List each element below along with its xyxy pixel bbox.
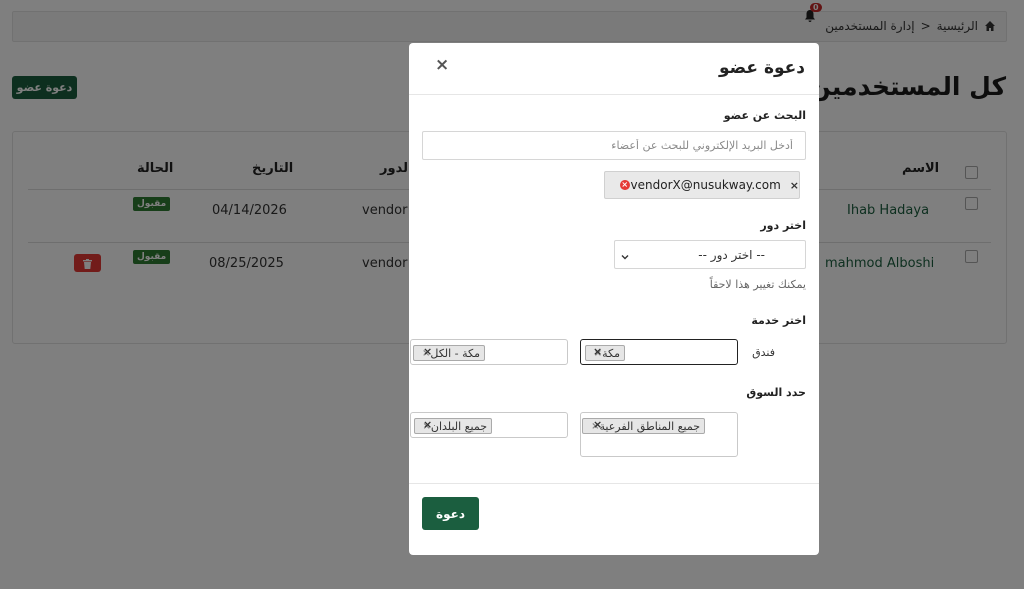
market-countries-select[interactable]: جميع البلدان × ×: [410, 412, 568, 438]
clear-selection-button[interactable]: ×: [423, 418, 432, 431]
modal-title: دعوة عضو: [719, 58, 805, 78]
market-label: حدد السوق: [746, 386, 806, 399]
close-icon[interactable]: ×: [435, 55, 449, 75]
search-member-label: البحث عن عضو: [723, 109, 806, 122]
role-label: اختر دور: [760, 219, 806, 232]
invite-member-modal: دعوة عضو × البحث عن عضو × vendorX@nusukw…: [409, 43, 819, 555]
selected-email: vendorX@nusukway.com: [630, 178, 781, 192]
tag-label: جميع المناطق الفرعية: [599, 419, 700, 433]
tag-label: جميع البلدان: [430, 419, 487, 433]
market-regions-select[interactable]: جميع المناطق الفرعية × ×: [580, 412, 738, 457]
role-hint: يمكنك تغيير هذا لاحقاً: [709, 278, 806, 291]
modal-header: دعوة عضو ×: [409, 43, 819, 95]
selected-email-chip: × vendorX@nusukway.com ×: [604, 171, 800, 199]
clear-selection-button[interactable]: ×: [593, 418, 602, 431]
error-icon: ×: [620, 180, 630, 190]
service-scope-select[interactable]: مكة - الكل × ×: [410, 339, 568, 365]
role-select[interactable]: -- اختر دور --: [614, 240, 806, 269]
modal-footer-divider: [409, 483, 819, 484]
tag-label: مكة - الكل: [430, 346, 480, 360]
tag-label: مكة: [602, 346, 620, 360]
clear-selection-button[interactable]: ×: [593, 345, 602, 358]
service-label: اختر خدمة: [751, 314, 806, 327]
search-member-input[interactable]: [422, 131, 806, 160]
remove-email-button[interactable]: ×: [790, 179, 799, 192]
clear-selection-button[interactable]: ×: [423, 345, 432, 358]
submit-invite-button[interactable]: دعوة: [422, 497, 479, 530]
service-city-select[interactable]: مكة × ×: [580, 339, 738, 365]
chevron-down-icon: [621, 250, 629, 260]
service-type-label: فندق: [752, 346, 775, 359]
selected-tag: مكة ×: [584, 345, 625, 361]
role-select-value: -- اختر دور --: [698, 247, 765, 262]
